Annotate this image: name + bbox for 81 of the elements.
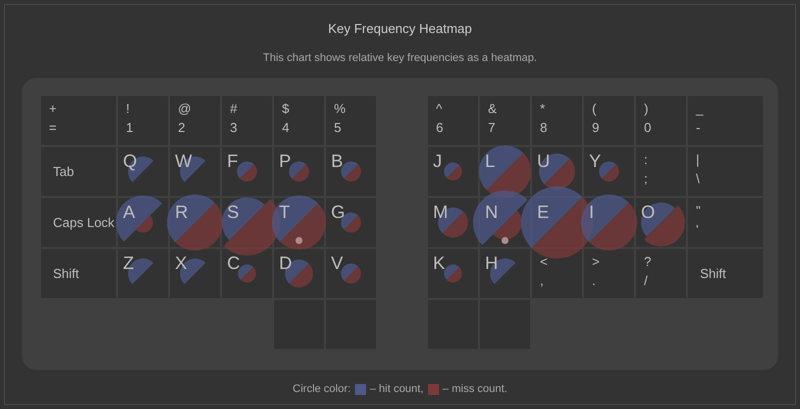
- key-symbol: 7: [488, 120, 496, 136]
- key-symbol: ': [696, 222, 698, 238]
- key-letter: E: [537, 201, 550, 224]
- frequency-circle: [444, 162, 462, 180]
- key-symbol: 5: [334, 120, 342, 136]
- key-letter: N: [485, 201, 498, 224]
- key-symbol: ?: [644, 254, 652, 270]
- frequency-circle: [444, 264, 462, 282]
- key-symbol: 0: [644, 120, 652, 136]
- key-letter: X: [175, 252, 188, 275]
- key-symbol: >: [592, 254, 600, 270]
- key-letter: T: [279, 201, 290, 224]
- key-symbol: |: [696, 152, 700, 168]
- frequency-circle: [599, 162, 619, 182]
- key-label: Shift: [700, 264, 726, 283]
- key-symbol: !: [126, 101, 130, 117]
- key-symbol: ): [644, 101, 648, 117]
- key-letter: S: [227, 201, 240, 224]
- key-label: Caps Lock: [53, 214, 114, 232]
- key-symbol: _: [696, 101, 704, 117]
- key-letter: L: [485, 150, 496, 173]
- key-symbol: \: [696, 171, 700, 187]
- key-symbol: 9: [592, 120, 600, 136]
- frequency-circle: [238, 264, 256, 282]
- key-letter: J: [433, 150, 442, 173]
- chart-subtitle: This chart shows relative key frequencies as a heatmap.: [263, 50, 537, 66]
- key-letter: P: [279, 150, 292, 173]
- key-label: Shift: [53, 264, 80, 283]
- key-symbol: =: [49, 120, 57, 136]
- key-symbol: &: [488, 101, 497, 117]
- key-symbol: 6: [436, 120, 444, 136]
- key-letter: U: [537, 150, 550, 173]
- key-letter: Q: [123, 150, 138, 173]
- home-key-dot: [296, 237, 302, 244]
- key-symbol: ": [696, 203, 701, 219]
- key-letter: I: [589, 201, 594, 224]
- key-symbol: +: [49, 101, 57, 117]
- key-letter: H: [485, 252, 498, 275]
- key-letter: K: [433, 252, 446, 275]
- legend-label: Circle color:: [292, 382, 351, 397]
- key-letter: Z: [123, 252, 134, 275]
- frequency-circle: [237, 162, 257, 182]
- frequency-circle: [341, 264, 361, 284]
- key-symbol: <: [540, 254, 548, 270]
- key-symbol: .: [592, 273, 596, 289]
- key-symbol: $: [282, 101, 290, 117]
- key-letter: G: [331, 201, 346, 224]
- key-letter: A: [123, 201, 136, 224]
- key-symbol: /: [644, 273, 648, 289]
- key-letter: R: [175, 201, 188, 224]
- key-symbol: 4: [282, 120, 290, 136]
- key-letter: V: [331, 252, 344, 275]
- key-letter: W: [175, 150, 192, 173]
- frequency-circle: [341, 162, 361, 182]
- key-letter: D: [279, 252, 292, 275]
- chart-title: Key Frequency Heatmap: [328, 20, 472, 38]
- key-letter: Y: [589, 150, 602, 173]
- key-symbol: *: [540, 101, 546, 117]
- key-symbol: @: [178, 101, 192, 117]
- key-symbol: ,: [540, 273, 544, 289]
- key-letter: C: [227, 252, 240, 275]
- key-letter: F: [227, 150, 238, 173]
- key-symbol: 2: [178, 120, 186, 136]
- key-symbol: ;: [644, 171, 648, 187]
- key-symbol: -: [696, 120, 700, 136]
- legend-text: – hit count,: [370, 382, 424, 397]
- key-letter: O: [641, 201, 656, 224]
- key-symbol: (: [592, 101, 596, 117]
- key-letter: M: [433, 201, 448, 224]
- home-key-dot: [502, 237, 508, 244]
- legend-text: – miss count.: [442, 382, 508, 397]
- key-label: Tab: [53, 162, 74, 181]
- key-letter: B: [331, 150, 344, 173]
- key-symbol: 1: [126, 120, 134, 136]
- key-symbol: ^: [436, 101, 442, 117]
- key-symbol: #: [230, 101, 238, 117]
- key-symbol: 8: [540, 120, 548, 136]
- key-symbol: 3: [230, 120, 238, 136]
- frequency-circle: [289, 162, 309, 182]
- key-symbol: :: [644, 152, 648, 168]
- key-symbol: %: [334, 101, 346, 117]
